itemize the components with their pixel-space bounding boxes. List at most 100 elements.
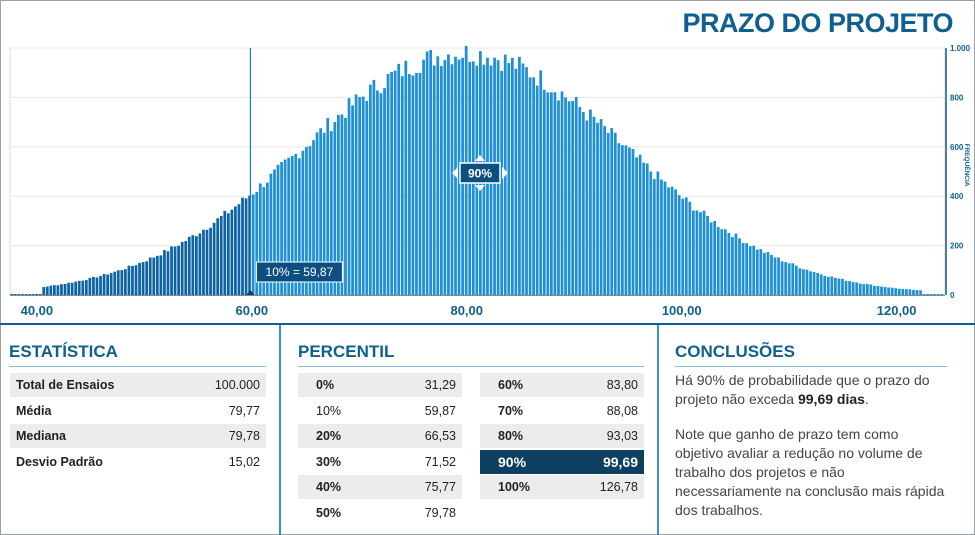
percentil-row-value: 71,52 (424, 454, 456, 469)
histogram-bar (727, 233, 731, 295)
y-tick-label: 0 (950, 291, 955, 300)
histogram-bar (21, 294, 24, 295)
histogram-bar (897, 288, 901, 295)
section-divider (0, 323, 975, 325)
histogram-bar (652, 179, 656, 295)
percentil-row: 80% 93,03 (480, 424, 644, 448)
percentil-row-value: 88,08 (606, 403, 638, 418)
histogram-bar (24, 294, 28, 295)
percentil-row-label: 70% (498, 403, 524, 418)
histogram-bar (844, 280, 848, 295)
percentil-row-value: 99,69 (602, 453, 638, 470)
histogram-bar (688, 201, 692, 295)
histogram-bar (741, 243, 745, 295)
histogram-bar (173, 246, 177, 295)
histogram-bar (535, 85, 539, 295)
histogram-bar (347, 98, 351, 295)
histogram-bar (865, 284, 869, 295)
panel-divider-1 (279, 325, 281, 535)
histogram-bar (542, 89, 546, 295)
histogram-bar (418, 73, 422, 295)
histogram-bar (763, 252, 766, 295)
histogram-bar (31, 294, 35, 295)
histogram-bar (177, 245, 180, 295)
percentil-row-value: 31,29 (424, 378, 456, 392)
histogram-bar (351, 105, 354, 295)
histogram-bar (745, 243, 748, 295)
histogram-bar (805, 269, 809, 295)
percentil-row: 40% 75,77 (298, 475, 462, 499)
histogram-bar (550, 92, 553, 295)
histogram-bar (230, 209, 234, 295)
histogram-bar (163, 250, 166, 295)
histogram-bar (539, 70, 543, 295)
histogram-bar (642, 162, 646, 295)
histogram-bar (223, 210, 227, 295)
histogram-bar (10, 294, 14, 295)
histogram-bar (344, 117, 347, 295)
histogram-bar (226, 213, 230, 295)
histogram-bar (411, 75, 415, 295)
histogram-bar (798, 268, 802, 295)
histogram-bar (553, 92, 557, 296)
histogram-bar (560, 91, 564, 295)
histogram-bar (219, 215, 223, 295)
histogram-bar (589, 109, 592, 295)
histogram-bar (802, 269, 805, 295)
histogram-bar (404, 60, 408, 295)
histogram-bar (237, 204, 241, 295)
histogram-bar (525, 67, 528, 296)
histogram-bar (124, 269, 127, 295)
percentil-row: 90% 99,69 (480, 449, 644, 474)
histogram-bar (365, 100, 369, 295)
histogram-bar (731, 236, 734, 295)
histogram-bar (706, 216, 709, 295)
histogram-bar (599, 119, 603, 295)
percentil-row-label: 10% (316, 403, 342, 418)
histogram-bar (518, 56, 521, 296)
histogram-bar (823, 275, 827, 295)
histogram-bar (379, 93, 383, 295)
histogram-bar (415, 73, 418, 295)
histogram-bar (354, 94, 358, 295)
histogram-bar (848, 281, 851, 295)
histogram-bar (603, 126, 606, 296)
histogram-bar (670, 186, 674, 295)
histogram-bar (855, 282, 859, 295)
histogram-bar (521, 63, 525, 295)
histogram-bar (148, 257, 152, 295)
histogram-bar (933, 294, 937, 295)
conclusion-highlight: 99,69 dias (797, 391, 865, 407)
panel-divider-2 (657, 325, 659, 535)
histogram-bar (699, 212, 702, 295)
histogram-bar (546, 92, 550, 295)
histogram-bar (84, 280, 88, 295)
histogram-bar (873, 285, 876, 295)
histogram-bar (92, 276, 95, 295)
histogram-bar (628, 147, 631, 295)
conclusoes-rule (675, 366, 947, 367)
histogram-bar (649, 171, 653, 295)
histogram-bar (638, 154, 642, 295)
histogram-bar (890, 287, 894, 295)
histogram-bar (567, 101, 571, 296)
histogram-bar (131, 265, 134, 295)
histogram-bar (425, 51, 429, 295)
histogram-bar (812, 272, 816, 295)
histogram-bar (422, 59, 425, 295)
percentil-row-label: 90% (498, 453, 527, 470)
histogram-bar (606, 132, 610, 295)
histogram-bar (557, 100, 560, 295)
estatistica-rule (9, 366, 266, 367)
histogram-bar (571, 101, 575, 295)
histogram-bar (216, 218, 220, 295)
histogram-bar (155, 255, 159, 295)
percentil-row: 70% 88,08 (480, 399, 644, 423)
histogram-bar (450, 64, 454, 295)
histogram-bar (880, 286, 883, 295)
percentil-row: 50% 79,78 (298, 501, 462, 525)
histogram-bar (134, 265, 138, 295)
percentil-row-label: 50% (316, 505, 342, 520)
percentil-row-value: 83,80 (606, 378, 638, 392)
percentil-row: 20% 66,53 (298, 424, 462, 448)
